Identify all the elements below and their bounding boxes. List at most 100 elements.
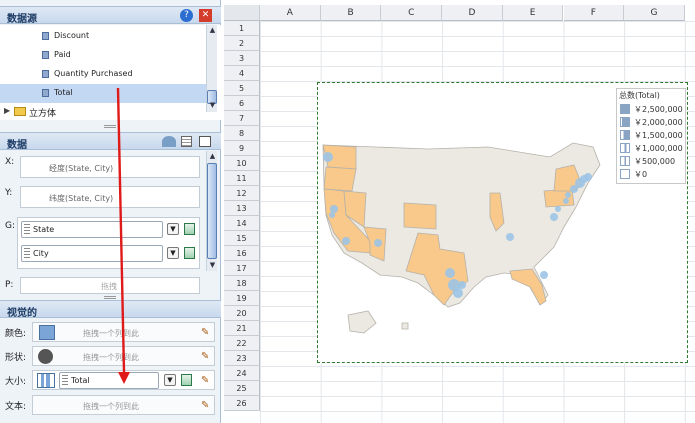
city-bubble[interactable] — [506, 233, 514, 241]
expand-arrow-icon[interactable]: ▶ — [4, 106, 10, 115]
city-bubble[interactable] — [342, 237, 350, 245]
circle-shape-icon[interactable] — [38, 349, 53, 364]
grid-view-icon[interactable] — [181, 136, 192, 147]
row-header-21[interactable]: 21 — [224, 321, 260, 336]
size-row: 大小: Total ▼ ✎ — [0, 369, 221, 391]
city-bubble[interactable] — [555, 206, 561, 212]
p-field[interactable]: 拖拽 — [20, 277, 200, 294]
tree-item-paid[interactable]: Paid — [0, 46, 206, 65]
chart-type-icon[interactable] — [162, 136, 176, 147]
row-header-8[interactable]: 8 — [224, 126, 260, 141]
row-header-22[interactable]: 22 — [224, 336, 260, 351]
pill-state[interactable]: State — [21, 221, 163, 238]
p-label: P: — [5, 280, 14, 290]
row-header-23[interactable]: 23 — [224, 351, 260, 366]
column-header-C[interactable]: C — [381, 5, 443, 21]
row-header-17[interactable]: 17 — [224, 261, 260, 276]
row-header-12[interactable]: 12 — [224, 186, 260, 201]
row-header-10[interactable]: 10 — [224, 156, 260, 171]
city-bubble[interactable] — [563, 198, 569, 204]
row-header-24[interactable]: 24 — [224, 366, 260, 381]
row-header-7[interactable]: 7 — [224, 111, 260, 126]
row-header-2[interactable]: 2 — [224, 36, 260, 51]
shape-row: 形状: 拖拽一个列到此 ✎ — [0, 345, 221, 367]
legend-item: ￥1,000,000 — [620, 142, 686, 154]
city-bubble[interactable] — [374, 239, 382, 247]
column-header-E[interactable]: E — [502, 5, 564, 21]
select-all-corner[interactable] — [224, 5, 260, 21]
window-icon[interactable] — [199, 136, 211, 147]
row-header-9[interactable]: 9 — [224, 141, 260, 156]
edit-icon[interactable]: ✎ — [201, 400, 211, 412]
pill-total[interactable]: Total — [59, 372, 159, 389]
color-drop-zone[interactable]: 拖拽一个列到此 ✎ — [32, 322, 215, 342]
row-header-11[interactable]: 11 — [224, 171, 260, 186]
city-bubble[interactable] — [323, 152, 333, 162]
city-bubble[interactable] — [330, 205, 338, 213]
scroll-thumb[interactable] — [207, 163, 217, 259]
row-header-5[interactable]: 5 — [224, 81, 260, 96]
pill-city[interactable]: City — [21, 245, 163, 262]
x-field[interactable]: 经度(State, City) — [20, 156, 200, 178]
city-bubble[interactable] — [445, 268, 455, 278]
table-icon[interactable] — [184, 247, 195, 259]
row-header-26[interactable]: 26 — [224, 396, 260, 411]
close-icon[interactable]: ✕ — [199, 9, 212, 22]
datasource-scrollbar[interactable]: ▲ ▼ — [206, 25, 217, 112]
visual-header: 视觉的 — [0, 300, 221, 319]
text-drop-zone[interactable]: 拖拽一个列到此 ✎ — [32, 395, 215, 415]
splitter-handle[interactable] — [104, 125, 116, 128]
row-header-25[interactable]: 25 — [224, 381, 260, 396]
city-bubble[interactable] — [540, 271, 548, 279]
tree-item-total[interactable]: Total — [0, 84, 206, 103]
row-header-13[interactable]: 13 — [224, 201, 260, 216]
dropdown-icon[interactable]: ▼ — [167, 247, 179, 259]
datasource-tree: Discount Paid Quantity Purchased Total ▶… — [0, 25, 221, 120]
city-bubble[interactable] — [565, 192, 571, 198]
datasource-title: 数据源 — [7, 14, 37, 25]
dropdown-icon[interactable]: ▼ — [164, 374, 176, 386]
edit-icon[interactable]: ✎ — [201, 351, 211, 363]
edit-icon[interactable]: ✎ — [201, 375, 211, 387]
size-drop-zone[interactable]: Total ▼ ✎ — [32, 370, 215, 390]
dropdown-icon[interactable]: ▼ — [167, 223, 179, 235]
column-header-G[interactable]: G — [624, 5, 685, 21]
shape-drop-zone[interactable]: 拖拽一个列到此 ✎ — [32, 346, 215, 366]
row-header-3[interactable]: 3 — [224, 51, 260, 66]
column-header-D[interactable]: D — [442, 5, 503, 21]
table-icon[interactable] — [184, 223, 195, 235]
column-header-B[interactable]: B — [320, 5, 382, 21]
city-bubble[interactable] — [453, 288, 463, 298]
row-header-18[interactable]: 18 — [224, 276, 260, 291]
row-header-6[interactable]: 6 — [224, 96, 260, 111]
help-icon[interactable]: ? — [180, 9, 193, 22]
tree-item-cube[interactable]: ▶ 立方体 — [0, 104, 206, 120]
y-field[interactable]: 纬度(State, City) — [20, 186, 200, 208]
data-fields: X: 经度(State, City) Y: 纬度(State, City) G:… — [0, 151, 221, 294]
column-header-F[interactable]: F — [563, 5, 625, 21]
splitter-handle[interactable] — [104, 296, 116, 299]
tree-item-discount[interactable]: Discount — [0, 27, 206, 46]
row-header-14[interactable]: 14 — [224, 216, 260, 231]
color-row: 颜色: 拖拽一个列到此 ✎ — [0, 321, 221, 343]
row-header-4[interactable]: 4 — [224, 66, 260, 81]
edit-icon[interactable]: ✎ — [201, 327, 211, 339]
tree-item-quantity[interactable]: Quantity Purchased — [0, 65, 206, 84]
city-bubble[interactable] — [550, 213, 558, 221]
city-bubble[interactable] — [584, 173, 592, 181]
row-header-19[interactable]: 19 — [224, 291, 260, 306]
map-chart[interactable]: 总数(Total) ￥2,500,000 ￥2,000,000 ￥1,500,0… — [317, 82, 688, 363]
g-field[interactable]: State ▼ City ▼ — [17, 217, 200, 269]
city-bubble[interactable] — [458, 281, 466, 289]
table-icon[interactable] — [181, 374, 192, 386]
row-header-15[interactable]: 15 — [224, 231, 260, 246]
size-bars-icon[interactable] — [37, 373, 55, 388]
city-bubble[interactable] — [329, 212, 335, 218]
column-header-A[interactable]: A — [260, 5, 321, 21]
data-scrollbar[interactable]: ▲ ▼ — [206, 151, 217, 271]
row-header-20[interactable]: 20 — [224, 306, 260, 321]
color-swatch[interactable] — [39, 325, 55, 340]
row-header-1[interactable]: 1 — [224, 21, 260, 36]
row-header-16[interactable]: 16 — [224, 246, 260, 261]
measure-icon — [42, 89, 49, 97]
